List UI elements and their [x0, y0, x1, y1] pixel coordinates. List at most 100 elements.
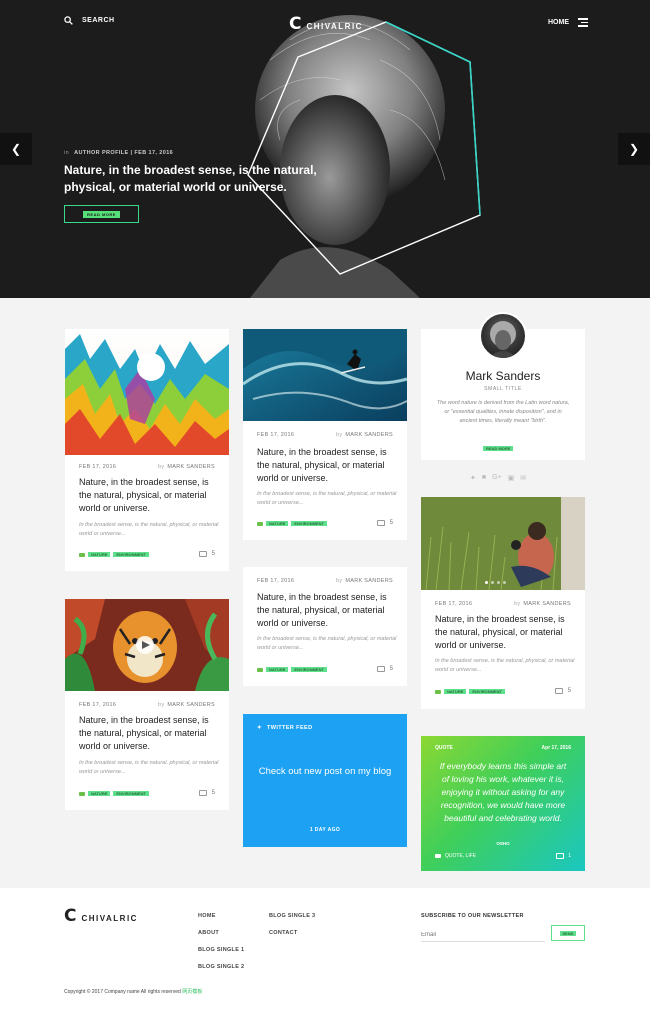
post-author[interactable]: MARK SANDERS: [167, 464, 215, 470]
post-excerpt: In the broadest sense, is the natural, p…: [79, 760, 219, 775]
post-author[interactable]: MARK SANDERS: [345, 432, 393, 438]
comment-icon: [198, 790, 207, 796]
hero-meta-text[interactable]: AUTHOR PROFILE | FEB 17, 2016: [74, 150, 173, 156]
tweet-time: 1 DAY AGO: [309, 827, 341, 833]
social-links: ✦ ■ G+ ▣ ✉: [470, 474, 526, 482]
newsletter-send-button[interactable]: SEND: [551, 925, 585, 941]
post-title[interactable]: Nature, in the broadest sense, is the na…: [79, 714, 219, 753]
post-comments[interactable]: 5: [198, 551, 215, 557]
quote-text[interactable]: If everybody learns this simple art of l…: [435, 760, 571, 825]
tag-link[interactable]: ENVIRONMENT: [291, 667, 327, 672]
comment-count: 5: [567, 688, 571, 694]
post-date[interactable]: FEB 17, 2016: [79, 702, 116, 708]
quote-comments[interactable]: 1: [556, 853, 571, 859]
post-by: by: [335, 432, 343, 438]
footer-link-home[interactable]: HOME: [198, 913, 244, 919]
twitter-icon[interactable]: ✦: [470, 474, 476, 482]
tag-link[interactable]: NATURE: [266, 667, 289, 672]
post-date[interactable]: FEB 17, 2016: [79, 464, 116, 470]
slider-dot[interactable]: [503, 581, 506, 584]
slider-next-button[interactable]: ❯: [618, 133, 650, 165]
post-excerpt: In the broadest sense, is the natural, p…: [257, 491, 397, 506]
post-card: FEB 17, 2016 by MARK SANDERS Nature, in t…: [65, 599, 229, 810]
folder-icon: [79, 552, 85, 557]
footer-logo[interactable]: C CHIVALRIC: [64, 906, 138, 926]
instagram-icon[interactable]: ▣: [508, 474, 515, 482]
slider-dot[interactable]: [491, 581, 494, 584]
profile-read-more-button[interactable]: READ MORE: [483, 446, 514, 451]
footer-logo-name: CHIVALRIC: [81, 914, 138, 923]
post-author[interactable]: MARK SANDERS: [167, 702, 215, 708]
footer-link-blog-single-3[interactable]: BLOG SINGLE 3: [269, 913, 315, 919]
copyright-link[interactable]: 网页模板: [182, 989, 202, 995]
post-title[interactable]: Nature, in the broadest sense, is the na…: [257, 446, 397, 485]
post-title[interactable]: Nature, in the broadest sense, is the na…: [79, 476, 219, 515]
quote-category[interactable]: QUOTE, LIFE: [445, 853, 476, 859]
comment-icon: [376, 666, 385, 672]
slider-dots: [485, 581, 506, 584]
quote-header: QUOTE Apr 17, 2016: [435, 745, 571, 751]
tag-link[interactable]: NATURE: [444, 689, 467, 694]
footer-link-blog-single-2[interactable]: BLOG SINGLE 2: [198, 964, 244, 970]
post-by: by: [157, 702, 165, 708]
tag-link[interactable]: NATURE: [88, 552, 111, 557]
folder-icon: [257, 667, 263, 672]
post-date[interactable]: FEB 17, 2016: [435, 601, 472, 607]
post-author[interactable]: MARK SANDERS: [345, 578, 393, 584]
nav-home-label: HOME: [548, 18, 569, 26]
tag-link[interactable]: ENVIRONMENT: [469, 689, 505, 694]
slider-dot[interactable]: [497, 581, 500, 584]
hero-slider: SEARCH C CHIVALRIC HOME ❮ ❯ in AUTHOR PRO…: [0, 0, 650, 298]
logo-mark: C: [289, 14, 302, 34]
post-title[interactable]: Nature, in the broadest sense, is the na…: [435, 613, 575, 652]
post-image-girl-in-grass[interactable]: [421, 497, 585, 590]
avatar[interactable]: [479, 312, 527, 360]
top-bar: SEARCH C CHIVALRIC HOME: [0, 0, 650, 46]
post-image-tiger-jungle[interactable]: [65, 599, 229, 691]
comment-count: 5: [389, 666, 393, 672]
post-excerpt: In the broadest sense, is the natural, p…: [435, 658, 575, 673]
email-icon[interactable]: ✉: [520, 474, 526, 482]
post-meta: FEB 17, 2016 by MARK SANDERS: [257, 432, 393, 438]
hero-title[interactable]: Nature, in the broadest sense, is the na…: [64, 162, 364, 196]
footer-link-about[interactable]: ABOUT: [198, 930, 244, 936]
tag-link[interactable]: ENVIRONMENT: [113, 791, 149, 796]
hero-read-more-button[interactable]: READ MORE: [64, 205, 139, 223]
facebook-icon[interactable]: ■: [482, 474, 486, 482]
post-date[interactable]: FEB 17, 2016: [257, 432, 294, 438]
post-title[interactable]: Nature, in the broadest sense, is the na…: [257, 591, 397, 630]
post-comments[interactable]: 5: [198, 790, 215, 796]
logo[interactable]: C CHIVALRIC: [289, 14, 363, 34]
post-comments[interactable]: 5: [554, 688, 571, 694]
post-comments[interactable]: 5: [376, 520, 393, 526]
slider-dot[interactable]: [485, 581, 488, 584]
tag-link[interactable]: ENVIRONMENT: [113, 552, 149, 557]
post-excerpt: In the broadest sense, is the natural, p…: [79, 522, 219, 537]
newsletter-email-input[interactable]: [421, 928, 545, 942]
footer-nav-col-1: HOME ABOUT BLOG SINGLE 1 BLOG SINGLE 2: [198, 913, 244, 970]
post-meta: FEB 17, 2016 by MARK SANDERS: [79, 464, 215, 470]
slider-prev-button[interactable]: ❮: [0, 133, 32, 165]
footer-link-contact[interactable]: CONTACT: [269, 930, 315, 936]
post-date[interactable]: FEB 17, 2016: [257, 578, 294, 584]
search-label: SEARCH: [82, 17, 115, 24]
tag-link[interactable]: NATURE: [88, 791, 111, 796]
newsletter-send-label: SEND: [560, 930, 576, 936]
post-author[interactable]: MARK SANDERS: [523, 601, 571, 607]
post-image-abstract-landscape[interactable]: [65, 329, 229, 455]
author-bio: The word nature is derived from the Lati…: [436, 400, 570, 424]
footer-logo-mark: C: [64, 906, 77, 926]
folder-icon: [257, 521, 263, 526]
author-profile-card: Mark Sanders SMALL TITLE The word nature…: [421, 312, 585, 460]
google-plus-icon[interactable]: G+: [492, 474, 502, 482]
twitter-icon: ✦: [257, 725, 263, 731]
tag-link[interactable]: NATURE: [266, 521, 289, 526]
post-image-surfer-wave[interactable]: [243, 329, 407, 421]
search-button[interactable]: SEARCH: [64, 16, 115, 25]
tag-link[interactable]: ENVIRONMENT: [291, 521, 327, 526]
tweet-text[interactable]: Check out new post on my blog: [257, 764, 393, 779]
menu-button[interactable]: HOME: [548, 18, 588, 27]
footer-link-blog-single-1[interactable]: BLOG SINGLE 1: [198, 947, 244, 953]
post-comments[interactable]: 5: [376, 666, 393, 672]
author-name[interactable]: Mark Sanders: [421, 369, 585, 383]
